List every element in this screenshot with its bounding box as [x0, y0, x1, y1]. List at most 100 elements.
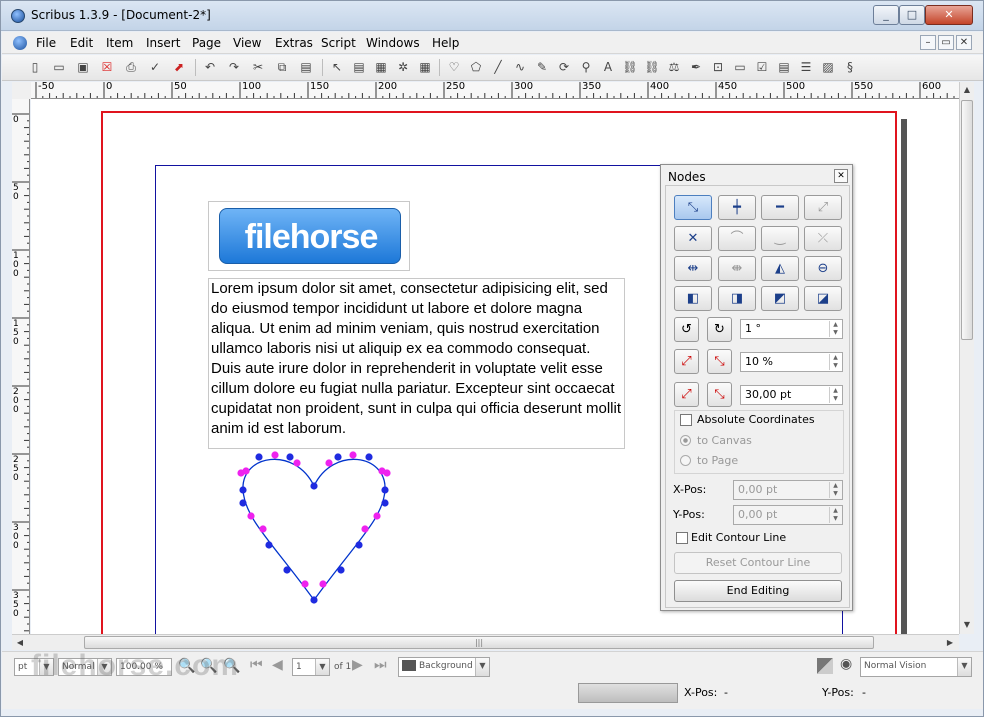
line-icon[interactable]: ╱ — [489, 58, 507, 76]
table-icon[interactable]: ▦ — [416, 58, 434, 76]
unlink-icon[interactable]: ⛓ — [643, 58, 661, 76]
shear-left-button[interactable]: ◧ — [674, 286, 712, 311]
vision-select[interactable]: Normal Vision ▼ — [860, 657, 972, 677]
spin-arrows-icon[interactable]: ▲ ▼ — [829, 354, 841, 370]
path-node[interactable] — [310, 482, 318, 490]
vertical-scroll-thumb[interactable] — [961, 100, 973, 340]
eyedropper-icon[interactable]: ✒ — [687, 58, 705, 76]
prev-page-icon[interactable]: ◀ — [272, 657, 283, 673]
pdf-combo-icon[interactable]: ▤ — [775, 58, 793, 76]
document-icon[interactable] — [13, 36, 27, 50]
rotate-angle-spinbox[interactable]: 1 ° ▲ ▼ — [740, 319, 843, 339]
path-node[interactable] — [286, 453, 294, 461]
nodes-close-button[interactable]: ✕ — [834, 169, 848, 183]
control-point[interactable] — [259, 525, 267, 533]
undo-icon[interactable]: ↶ — [201, 58, 219, 76]
control-point[interactable] — [301, 580, 309, 588]
horizontal-scroll-thumb[interactable]: ||| — [84, 636, 874, 649]
scroll-left-arrow[interactable]: ◀ — [12, 635, 28, 650]
pdf-annotation-icon[interactable]: ▨ — [819, 58, 837, 76]
vertical-ruler[interactable]: 0 50 100 150 200 250 300 350 — [12, 99, 30, 634]
add-nodes-button[interactable]: ┿ — [718, 195, 756, 220]
path-node[interactable] — [337, 566, 345, 574]
path-node[interactable] — [334, 453, 342, 461]
horizontal-scrollbar[interactable]: ◀ ||| ▶ — [12, 634, 959, 650]
redo-icon[interactable]: ↷ — [225, 58, 243, 76]
control-point[interactable] — [373, 512, 381, 520]
delete-nodes-button[interactable]: ━ — [761, 195, 799, 220]
flip-vertical-button[interactable]: ⊖ — [804, 256, 842, 281]
link-icon[interactable]: ⛓ — [621, 58, 639, 76]
path-node[interactable] — [265, 541, 273, 549]
path-node[interactable] — [355, 541, 363, 549]
absolute-coords-checkbox[interactable] — [680, 414, 692, 426]
vertical-scrollbar[interactable]: ▲ ▼ — [959, 82, 974, 634]
select-icon[interactable]: ↖ — [328, 58, 346, 76]
pdf-button-icon[interactable]: ⊡ — [709, 58, 727, 76]
nodes-ypos-spinbox[interactable]: 0,00 pt ▲ ▼ — [733, 505, 843, 525]
open-icon[interactable]: ▭ — [50, 58, 68, 76]
edit-text-icon[interactable]: A — [599, 58, 617, 76]
first-page-icon[interactable]: ⏮ — [250, 657, 263, 673]
new-icon[interactable]: ▯ — [26, 58, 44, 76]
menu-file[interactable]: File — [36, 36, 56, 50]
menu-page[interactable]: Page — [192, 36, 221, 50]
move-control-points-button[interactable]: ⤢ — [804, 195, 842, 220]
path-node[interactable] — [310, 596, 318, 604]
to-canvas-radio[interactable] — [680, 435, 691, 446]
bezier-icon[interactable]: ∿ — [511, 58, 529, 76]
text-frame-icon[interactable]: ▤ — [350, 58, 368, 76]
spin-arrows-icon[interactable]: ▲ ▼ — [829, 387, 841, 403]
control-point[interactable] — [247, 512, 255, 520]
cut-icon[interactable]: ✂ — [249, 58, 267, 76]
control-point[interactable] — [325, 459, 333, 467]
scale-percent-spinbox[interactable]: 10 % ▲ ▼ — [740, 352, 843, 372]
close-path-button[interactable]: ⇼ — [718, 256, 756, 281]
control-point[interactable] — [319, 580, 327, 588]
rotate-right-button[interactable]: ↻ — [707, 317, 732, 342]
copy-icon[interactable]: ⧉ — [273, 58, 291, 76]
mdi-minimize-button[interactable]: – — [920, 35, 936, 50]
spin-arrows-icon[interactable]: ▲ ▼ — [829, 482, 841, 498]
flip-horizontal-button[interactable]: ◭ — [761, 256, 799, 281]
rotate-left-button[interactable]: ↺ — [674, 317, 699, 342]
shrink-percent-button[interactable]: ⤡ — [707, 349, 732, 374]
path-node[interactable] — [381, 486, 389, 494]
heart-shape[interactable] — [201, 449, 421, 609]
pdf-list-icon[interactable]: ☰ — [797, 58, 815, 76]
next-page-icon[interactable]: ▶ — [352, 657, 363, 673]
shrink-size-button[interactable]: ⤡ — [707, 382, 732, 407]
menu-insert[interactable]: Insert — [146, 36, 180, 50]
symmetric-points-button[interactable]: ⌒ — [718, 226, 756, 251]
control-point[interactable] — [293, 459, 301, 467]
scribus-app-icon[interactable] — [11, 9, 25, 23]
path-node[interactable] — [283, 566, 291, 574]
pdf-textfield-icon[interactable]: ▭ — [731, 58, 749, 76]
shape-icon[interactable]: ♡ — [445, 58, 463, 76]
image-frame-icon[interactable]: ▦ — [372, 58, 390, 76]
mdi-close-button[interactable]: ✕ — [956, 35, 972, 50]
mdi-restore-button[interactable]: ▭ — [938, 35, 954, 50]
open-path-button[interactable]: ⇹ — [674, 256, 712, 281]
render-frame-icon[interactable]: ✲ — [394, 58, 412, 76]
menu-extras[interactable]: Extras — [275, 36, 313, 50]
save-icon[interactable]: ▣ — [74, 58, 92, 76]
logo-image-frame[interactable]: filehorse — [208, 201, 410, 271]
layer-select[interactable]: Background ▼ — [398, 657, 490, 677]
enlarge-size-button[interactable]: ⤢ — [674, 382, 699, 407]
nodes-xpos-spinbox[interactable]: 0,00 pt ▲ ▼ — [733, 480, 843, 500]
scroll-down-arrow[interactable]: ▼ — [960, 617, 974, 633]
zoom-icon[interactable]: ⚲ — [577, 58, 595, 76]
measure-icon[interactable]: ⚖ — [665, 58, 683, 76]
shear-right-button[interactable]: ◨ — [718, 286, 756, 311]
preflight-icon[interactable]: ✓ — [146, 58, 164, 76]
pdf-link-icon[interactable]: § — [841, 58, 859, 76]
lorem-text-frame[interactable]: Lorem ipsum dolor sit amet, consectetur … — [208, 278, 625, 449]
close-icon[interactable]: ☒ — [98, 58, 116, 76]
menu-view[interactable]: View — [233, 36, 261, 50]
asymmetric-points-button[interactable]: ‿ — [761, 226, 799, 251]
pdf-icon[interactable]: ⬈ — [170, 58, 188, 76]
control-point[interactable] — [361, 525, 369, 533]
shear-down-button[interactable]: ◪ — [804, 286, 842, 311]
path-node[interactable] — [365, 453, 373, 461]
